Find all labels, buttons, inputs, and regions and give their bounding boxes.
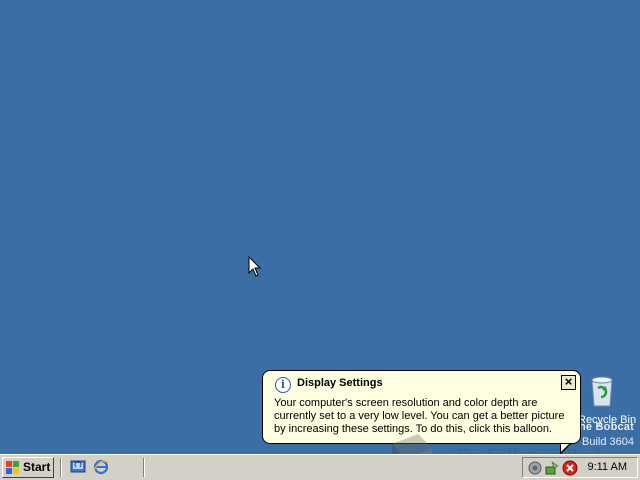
info-icon: i [275,377,291,393]
show-desktop-icon[interactable] [70,459,86,475]
internet-explorer-icon[interactable] [93,459,109,475]
volume-icon[interactable] [527,460,543,476]
windows-logo-icon [6,461,19,474]
start-label: Start [23,460,51,474]
taskbar-separator [143,458,145,477]
taskbar-separator [60,458,62,477]
clock[interactable]: 9:11 AM [587,461,627,473]
system-tray: 9:11 AM [522,457,638,478]
start-button[interactable]: Start [2,457,54,478]
network-icon[interactable] [544,460,560,476]
error-icon[interactable] [562,460,578,476]
desktop-watermark-name: The Bobcat [572,421,634,433]
balloon-title: Display Settings [297,377,383,389]
taskbar: Start 9:11 AM [0,454,640,480]
balloon-close-button[interactable]: × [561,375,576,390]
mouse-cursor-icon [248,256,262,277]
recycle-bin-icon [591,376,613,407]
